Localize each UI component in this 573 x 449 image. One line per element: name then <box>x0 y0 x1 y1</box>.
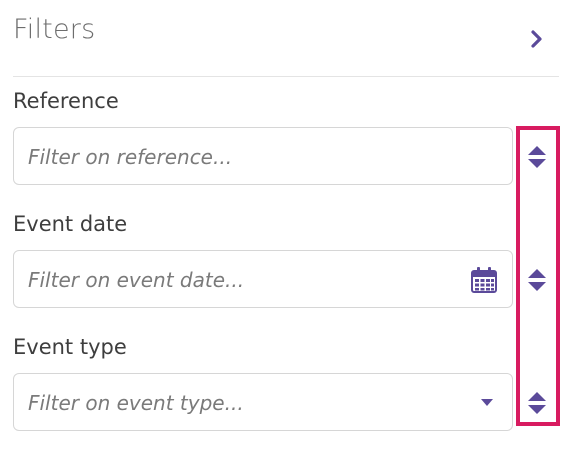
sort-up-down-icon[interactable] <box>525 267 549 293</box>
reference-filter-input[interactable] <box>26 128 470 186</box>
reference-label: Reference <box>13 89 119 113</box>
event-date-label: Event date <box>13 212 128 236</box>
event-type-filter-field[interactable] <box>13 373 513 432</box>
event-date-filter-field[interactable] <box>13 250 513 309</box>
panel-title: Filters <box>13 14 96 45</box>
header-divider <box>13 76 559 77</box>
event-date-filter-input[interactable] <box>26 251 470 309</box>
calendar-icon[interactable] <box>470 266 498 294</box>
collapse-button[interactable] <box>524 26 550 52</box>
reference-filter-field[interactable] <box>13 127 513 186</box>
filters-panel: Filters Reference Event date Event type <box>0 0 573 449</box>
chevron-right-icon <box>531 30 542 48</box>
event-type-filter-input[interactable] <box>26 374 470 432</box>
sort-up-down-icon[interactable] <box>525 390 549 416</box>
event-type-label: Event type <box>13 335 127 359</box>
sort-up-down-icon[interactable] <box>525 144 549 170</box>
caret-down-icon[interactable] <box>480 398 494 407</box>
